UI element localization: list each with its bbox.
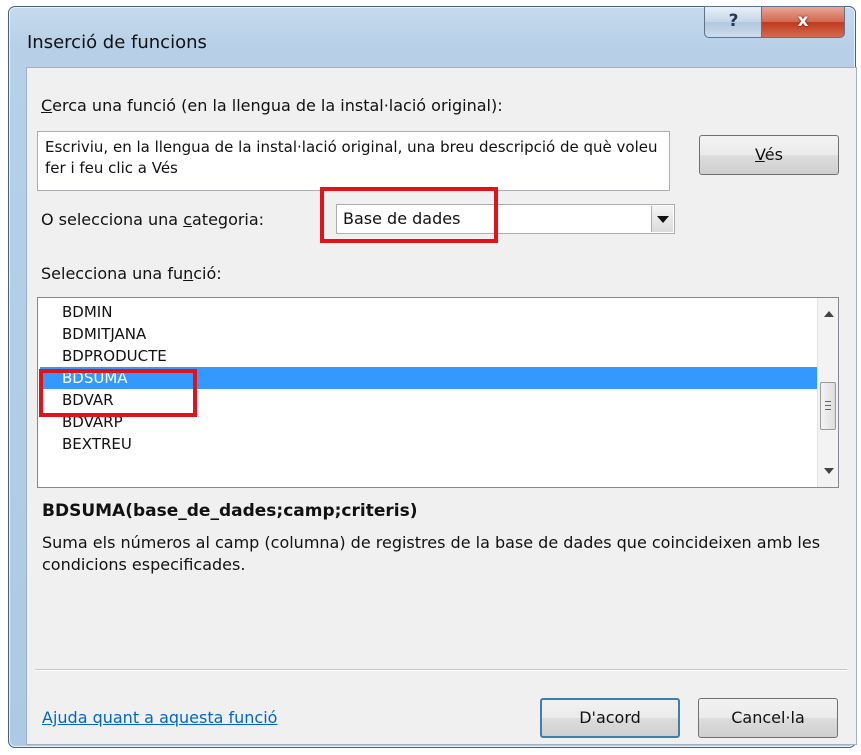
list-item[interactable]: BDSUMA xyxy=(40,367,820,389)
list-item[interactable]: BEXTREU xyxy=(40,433,820,455)
function-description: Suma els números al camp (columna) de re… xyxy=(42,533,821,574)
search-label: Cerca una funció (en la llengua de la in… xyxy=(41,96,503,115)
list-scrollbar[interactable] xyxy=(817,298,838,487)
scroll-down-icon[interactable] xyxy=(824,468,834,474)
search-description-field[interactable]: Escriviu, en la llengua de la instal·lac… xyxy=(37,131,670,191)
cancel-button[interactable]: Cancel·la xyxy=(698,698,838,738)
close-icon: x xyxy=(797,11,809,31)
list-item[interactable]: BDMIN xyxy=(40,301,820,323)
help-icon: ? xyxy=(728,11,739,31)
list-item[interactable]: BDVAR xyxy=(40,389,820,411)
category-value: Base de dades xyxy=(343,209,461,228)
scroll-thumb[interactable] xyxy=(820,382,836,430)
dialog-body: Cerca una funció (en la llengua de la in… xyxy=(26,67,857,745)
close-button[interactable]: x xyxy=(761,6,845,38)
help-button[interactable]: ? xyxy=(704,6,763,38)
list-item[interactable]: BDMITJANA xyxy=(40,323,820,345)
category-select[interactable]: Base de dades xyxy=(336,204,675,234)
function-signature: BDSUMA(base_de_dades;camp;criteris) xyxy=(42,501,418,521)
help-link[interactable]: Ajuda quant a aquesta funció xyxy=(42,708,277,727)
scroll-up-icon[interactable] xyxy=(824,311,834,317)
category-label: O selecciona una categoria: xyxy=(41,210,265,229)
list-item[interactable]: BDVARP xyxy=(40,411,820,433)
insert-function-dialog: Inserció de funcions ? x Cerca una funci… xyxy=(8,6,857,748)
function-listbox[interactable]: BDMIN BDMITJANA BDPRODUCTE BDSUMA BDVAR … xyxy=(37,297,839,488)
function-list-label: Selecciona una funció: xyxy=(41,264,222,283)
list-item[interactable]: BDPRODUCTE xyxy=(40,345,820,367)
dialog-title: Inserció de funcions xyxy=(27,32,207,53)
go-button[interactable]: Vés xyxy=(699,135,839,175)
footer-divider xyxy=(35,669,847,671)
ok-button[interactable]: D'acord xyxy=(540,698,680,738)
chevron-down-icon[interactable] xyxy=(651,206,673,232)
